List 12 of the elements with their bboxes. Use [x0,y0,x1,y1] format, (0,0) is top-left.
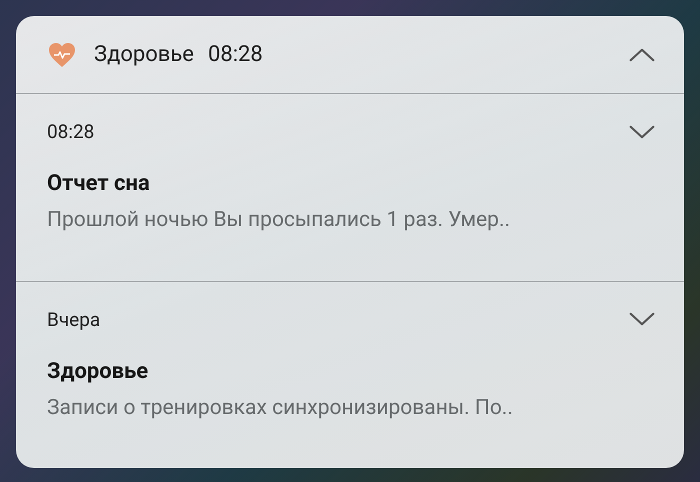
notification-title: Здоровье [47,358,150,384]
notification-title: Отчет сна [47,171,151,196]
notification-time: 08:28 [208,42,264,67]
app-name: Здоровье [94,42,194,67]
notification-time: Вчера [47,308,100,330]
notification-text: Прошлой ночью Вы просыпались 1 раз. Умер.. [47,208,512,232]
notification-time: 08:28 [47,120,94,143]
expand-chevron-icon[interactable] [628,311,656,327]
heart-icon [48,42,76,68]
collapse-chevron-icon[interactable] [628,46,656,62]
notification-text: Записи о тренировках синхронизированы. По.. [47,396,514,420]
expand-chevron-icon[interactable] [628,124,656,140]
